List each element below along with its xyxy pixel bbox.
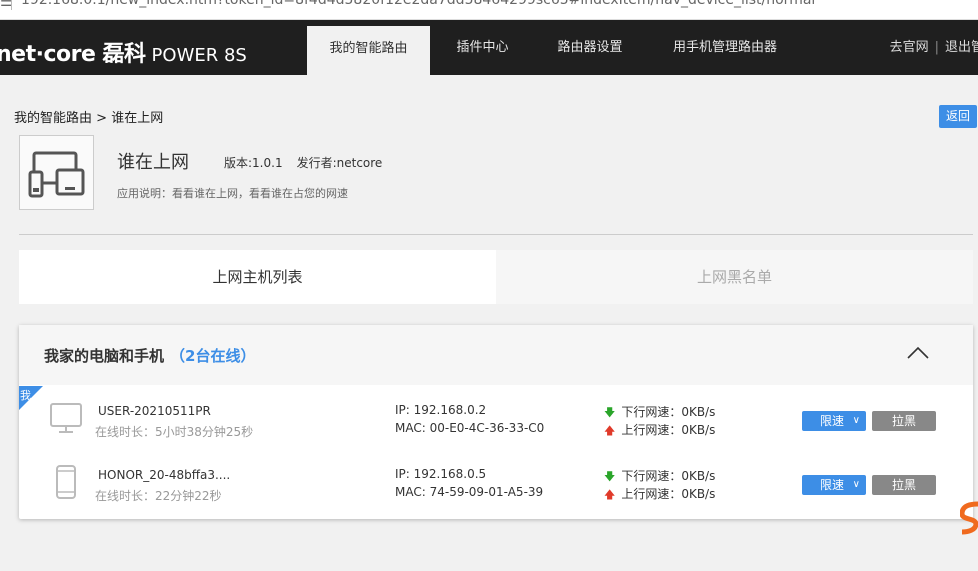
app-version: 版本:1.0.1 [224,156,283,170]
arrow-down-icon: 🡇 [604,470,616,483]
download-speed: 🡇 下行网速：0KB/s [604,403,715,423]
download-speed: 🡇 下行网速：0KB/s [604,467,715,487]
upload-speed: 🡅 上行网速：0KB/s [604,485,715,505]
device-name: HONOR_20-48bffa3.... [98,468,231,482]
arrow-up-icon: 🡅 [604,488,616,501]
nav-tab-mobile-manage[interactable]: 用手机管理路由器 [660,20,790,75]
device-ip: IP: 192.168.0.2 [395,403,487,417]
online-count: （2台在线） [170,347,256,365]
tab-blacklist[interactable]: 上网黑名单 [496,250,973,304]
router-model: POWER 8S [151,45,247,66]
device-row: 我 USER-20210511PR 在线时长：5小时38分钟25秒 IP: 19… [19,386,973,450]
main-content: 我的智能路由 > 谁在上网 返回 谁在上网 版本:1.0.1 发行者:netcor… [0,75,978,571]
app-meta: 版本:1.0.1 发行者:netcore [224,154,382,171]
logout-link[interactable]: 退出管 [945,40,978,55]
subtab-bar: 上网主机列表 上网黑名单 [19,250,973,304]
device-group-name: 我家的电脑和手机 [44,347,165,365]
device-name: USER-20210511PR [98,404,211,418]
chevron-down-icon: ∨ [852,415,860,426]
online-duration: 在线时长：5小时38分钟25秒 [95,425,254,439]
breadcrumb-separator: > [96,111,108,126]
nav-tab-my-router[interactable]: 我的智能路由 [307,26,430,75]
device-row: HONOR_20-48bffa3.... 在线时长：22分钟22秒 IP: 19… [19,450,973,514]
nav-tab-plugin-center[interactable]: 插件中心 [436,20,529,75]
download-speed-value: 下行网速：0KB/s [621,469,716,483]
upload-speed-value: 上行网速：0KB/s [621,487,716,501]
arrow-down-icon: 🡇 [604,406,616,419]
top-navigation: net·core 磊科 POWER 8S 我的智能路由 插件中心 路由器设置 用手… [0,20,978,75]
address-bar[interactable]: ☰ 192.168.0.1/new_index.htm?token_id=8f4… [0,0,978,20]
breadcrumb: 我的智能路由 > 谁在上网 [14,107,163,126]
download-speed-value: 下行网速：0KB/s [621,405,716,419]
url-text[interactable]: 192.168.0.1/new_index.htm?token_id=8f4d4… [21,0,815,8]
limit-speed-label: 限速 [820,478,845,492]
device-ip: IP: 192.168.0.5 [395,467,487,481]
address-bar-divider [11,0,12,10]
device-mac: MAC: 00-E0-4C-36-33-C0 [395,421,545,435]
online-duration: 在线时长：22分钟22秒 [95,489,222,503]
limit-speed-label: 限速 [820,414,845,428]
top-links-separator: | [934,40,939,55]
limit-speed-button[interactable]: 限速 ∨ [802,411,866,431]
devices-icon [28,151,85,198]
device-group-header[interactable]: 我家的电脑和手机 （2台在线） [19,325,973,385]
me-flag-label: 我 [20,389,31,402]
computer-icon [50,403,82,433]
top-links: 去官网 | 退出管 [890,20,978,75]
app-icon [19,135,94,210]
nav-tab-router-settings[interactable]: 路由器设置 [540,20,640,75]
phone-icon [56,465,76,499]
device-mac: MAC: 74-59-09-01-A5-39 [395,485,544,499]
floating-logo-icon[interactable] [960,500,978,536]
upload-speed-value: 上行网速：0KB/s [621,423,716,437]
brand-logo[interactable]: net·core 磊科 POWER 8S [0,36,247,68]
device-group-panel: 我家的电脑和手机 （2台在线） 我 USER-20210511PR 在线时长：5小… [19,325,973,519]
app-title: 谁在上网 [117,152,189,173]
app-publisher: 发行者:netcore [296,156,383,170]
tab-host-list[interactable]: 上网主机列表 [19,250,496,304]
section-divider [19,234,973,235]
block-button[interactable]: 拉黑 [872,411,936,431]
back-button[interactable]: 返回 [939,105,977,128]
block-button[interactable]: 拉黑 [872,475,936,495]
upload-speed: 🡅 上行网速：0KB/s [604,421,715,441]
brand-name: net·core 磊科 [0,42,146,67]
app-description: 应用说明：看看谁在上网，看看谁在占您的网速 [117,187,348,200]
device-group-title: 我家的电脑和手机 （2台在线） [44,345,255,366]
chevron-down-icon: ∨ [852,479,860,490]
breadcrumb-root[interactable]: 我的智能路由 [14,111,92,126]
arrow-up-icon: 🡅 [604,424,616,437]
breadcrumb-current: 谁在上网 [111,111,164,126]
official-site-link[interactable]: 去官网 [890,40,929,55]
chevron-up-icon[interactable] [907,345,929,359]
limit-speed-button[interactable]: 限速 ∨ [802,475,866,495]
